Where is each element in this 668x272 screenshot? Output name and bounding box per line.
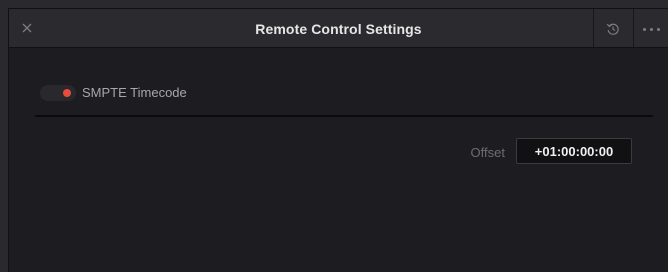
titlebar-separator	[593, 9, 594, 48]
remote-control-settings-window: Remote Control Settings SMPTE Timecode O…	[8, 8, 668, 272]
more-options-icon	[657, 27, 660, 31]
toggle-indicator	[63, 89, 71, 97]
titlebar-separator	[633, 9, 634, 48]
more-options-icon	[650, 27, 653, 31]
reset-icon	[606, 23, 619, 35]
more-options-button[interactable]	[643, 19, 668, 39]
smpte-timecode-label: SMPTE Timecode	[82, 85, 187, 100]
offset-label: Offset	[470, 145, 505, 160]
window-title: Remote Control Settings	[255, 20, 422, 37]
offset-field[interactable]: +01:00:00:00	[516, 138, 632, 164]
section-divider	[35, 115, 653, 117]
reset-button[interactable]	[603, 19, 623, 39]
title-bar: Remote Control Settings	[9, 9, 668, 48]
smpte-timecode-toggle[interactable]	[40, 85, 76, 101]
more-options-icon	[643, 27, 646, 31]
